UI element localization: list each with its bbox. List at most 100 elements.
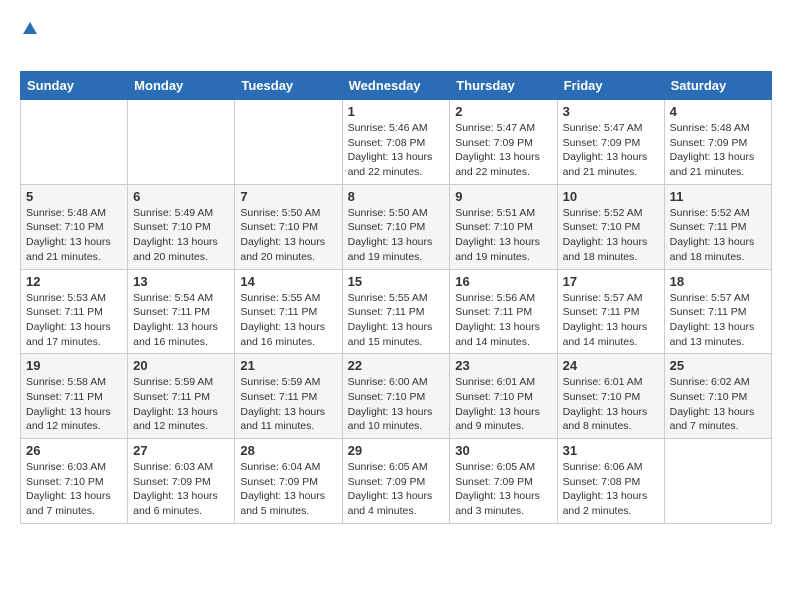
page-header: [20, 20, 772, 61]
calendar-cell: [664, 439, 771, 524]
day-info: Sunrise: 6:03 AM Sunset: 7:10 PM Dayligh…: [26, 460, 122, 519]
day-number: 18: [670, 274, 766, 289]
day-of-week-header: Monday: [128, 72, 235, 100]
calendar-cell: 11 Sunrise: 5:52 AM Sunset: 7:11 PM Dayli…: [664, 184, 771, 269]
day-info: Sunrise: 6:05 AM Sunset: 7:09 PM Dayligh…: [455, 460, 551, 519]
calendar-cell: 29Sunrise: 6:05 AM Sunset: 7:09 PM Dayli…: [342, 439, 450, 524]
calendar-cell: [128, 100, 235, 185]
day-number: 22: [348, 358, 445, 373]
calendar-cell: 20 Sunrise: 5:59 AM Sunset: 7:11 PM Dayli…: [128, 354, 235, 439]
day-number: 12: [26, 274, 122, 289]
calendar-body: 1 Sunrise: 5:46 AM Sunset: 7:08 PM Daylig…: [21, 100, 772, 524]
calendar-cell: 25 Sunrise: 6:02 AM Sunset: 7:10 PM Dayli…: [664, 354, 771, 439]
calendar-cell: 3 Sunrise: 5:47 AM Sunset: 7:09 PM Daylig…: [557, 100, 664, 185]
day-info: Sunrise: 5:57 AM Sunset: 7:11 PM Dayligh…: [563, 291, 659, 350]
calendar-cell: 7 Sunrise: 5:50 AM Sunset: 7:10 PM Daylig…: [235, 184, 342, 269]
day-number: 26: [26, 443, 122, 458]
day-info: Sunrise: 5:52 AM Sunset: 7:11 PM Dayligh…: [670, 206, 766, 265]
day-info: Sunrise: 6:03 AM Sunset: 7:09 PM Dayligh…: [133, 460, 229, 519]
logo-icon: [21, 20, 39, 38]
calendar-cell: 1 Sunrise: 5:46 AM Sunset: 7:08 PM Daylig…: [342, 100, 450, 185]
day-number: 14: [240, 274, 336, 289]
calendar-cell: 12 Sunrise: 5:53 AM Sunset: 7:11 PM Dayli…: [21, 269, 128, 354]
day-number: 20: [133, 358, 229, 373]
day-number: 15: [348, 274, 445, 289]
calendar-header-row: SundayMondayTuesdayWednesdayThursdayFrid…: [21, 72, 772, 100]
calendar-week-row: 26 Sunrise: 6:03 AM Sunset: 7:10 PM Dayli…: [21, 439, 772, 524]
calendar-cell: 23 Sunrise: 6:01 AM Sunset: 7:10 PM Dayli…: [450, 354, 557, 439]
calendar-week-row: 19Sunrise: 5:58 AM Sunset: 7:11 PM Dayli…: [21, 354, 772, 439]
day-info: Sunrise: 5:55 AM Sunset: 7:11 PM Dayligh…: [348, 291, 445, 350]
calendar-cell: 4 Sunrise: 5:48 AM Sunset: 7:09 PM Daylig…: [664, 100, 771, 185]
day-info: Sunrise: 6:01 AM Sunset: 7:10 PM Dayligh…: [563, 375, 659, 434]
calendar-cell: [235, 100, 342, 185]
day-number: 7: [240, 189, 336, 204]
calendar-cell: 14Sunrise: 5:55 AM Sunset: 7:11 PM Dayli…: [235, 269, 342, 354]
day-of-week-header: Sunday: [21, 72, 128, 100]
calendar-cell: 8 Sunrise: 5:50 AM Sunset: 7:10 PM Daylig…: [342, 184, 450, 269]
day-info: Sunrise: 5:50 AM Sunset: 7:10 PM Dayligh…: [240, 206, 336, 265]
day-of-week-header: Friday: [557, 72, 664, 100]
calendar-cell: 9 Sunrise: 5:51 AM Sunset: 7:10 PM Daylig…: [450, 184, 557, 269]
calendar-cell: 21 Sunrise: 5:59 AM Sunset: 7:11 PM Dayli…: [235, 354, 342, 439]
calendar-cell: 16Sunrise: 5:56 AM Sunset: 7:11 PM Dayli…: [450, 269, 557, 354]
day-info: Sunrise: 5:46 AM Sunset: 7:08 PM Dayligh…: [348, 121, 445, 180]
calendar-cell: 27 Sunrise: 6:03 AM Sunset: 7:09 PM Dayli…: [128, 439, 235, 524]
day-info: Sunrise: 5:59 AM Sunset: 7:11 PM Dayligh…: [133, 375, 229, 434]
day-info: Sunrise: 5:54 AM Sunset: 7:11 PM Dayligh…: [133, 291, 229, 350]
day-info: Sunrise: 5:48 AM Sunset: 7:09 PM Dayligh…: [670, 121, 766, 180]
day-info: Sunrise: 5:48 AM Sunset: 7:10 PM Dayligh…: [26, 206, 122, 265]
day-number: 8: [348, 189, 445, 204]
day-info: Sunrise: 5:50 AM Sunset: 7:10 PM Dayligh…: [348, 206, 445, 265]
day-number: 9: [455, 189, 551, 204]
day-info: Sunrise: 5:47 AM Sunset: 7:09 PM Dayligh…: [455, 121, 551, 180]
calendar-week-row: 1 Sunrise: 5:46 AM Sunset: 7:08 PM Daylig…: [21, 100, 772, 185]
day-number: 5: [26, 189, 122, 204]
calendar-cell: 30 Sunrise: 6:05 AM Sunset: 7:09 PM Dayli…: [450, 439, 557, 524]
day-of-week-header: Wednesday: [342, 72, 450, 100]
day-info: Sunrise: 5:49 AM Sunset: 7:10 PM Dayligh…: [133, 206, 229, 265]
day-of-week-header: Tuesday: [235, 72, 342, 100]
day-info: Sunrise: 5:57 AM Sunset: 7:11 PM Dayligh…: [670, 291, 766, 350]
day-info: Sunrise: 5:51 AM Sunset: 7:10 PM Dayligh…: [455, 206, 551, 265]
day-number: 27: [133, 443, 229, 458]
day-info: Sunrise: 5:53 AM Sunset: 7:11 PM Dayligh…: [26, 291, 122, 350]
day-number: 21: [240, 358, 336, 373]
day-info: Sunrise: 5:52 AM Sunset: 7:10 PM Dayligh…: [563, 206, 659, 265]
day-number: 3: [563, 104, 659, 119]
calendar-cell: 31 Sunrise: 6:06 AM Sunset: 7:08 PM Dayli…: [557, 439, 664, 524]
calendar-cell: 5 Sunrise: 5:48 AM Sunset: 7:10 PM Daylig…: [21, 184, 128, 269]
day-info: Sunrise: 5:56 AM Sunset: 7:11 PM Dayligh…: [455, 291, 551, 350]
day-number: 19: [26, 358, 122, 373]
day-number: 1: [348, 104, 445, 119]
day-number: 23: [455, 358, 551, 373]
day-number: 30: [455, 443, 551, 458]
calendar-cell: 26 Sunrise: 6:03 AM Sunset: 7:10 PM Dayli…: [21, 439, 128, 524]
day-of-week-header: Thursday: [450, 72, 557, 100]
day-info: Sunrise: 6:01 AM Sunset: 7:10 PM Dayligh…: [455, 375, 551, 434]
calendar-cell: 10Sunrise: 5:52 AM Sunset: 7:10 PM Dayli…: [557, 184, 664, 269]
day-number: 4: [670, 104, 766, 119]
day-info: Sunrise: 6:02 AM Sunset: 7:10 PM Dayligh…: [670, 375, 766, 434]
day-number: 11: [670, 189, 766, 204]
day-number: 13: [133, 274, 229, 289]
calendar-cell: 24Sunrise: 6:01 AM Sunset: 7:10 PM Dayli…: [557, 354, 664, 439]
calendar-cell: 19Sunrise: 5:58 AM Sunset: 7:11 PM Dayli…: [21, 354, 128, 439]
day-info: Sunrise: 6:04 AM Sunset: 7:09 PM Dayligh…: [240, 460, 336, 519]
day-info: Sunrise: 5:47 AM Sunset: 7:09 PM Dayligh…: [563, 121, 659, 180]
calendar-cell: 17Sunrise: 5:57 AM Sunset: 7:11 PM Dayli…: [557, 269, 664, 354]
day-info: Sunrise: 6:00 AM Sunset: 7:10 PM Dayligh…: [348, 375, 445, 434]
day-number: 31: [563, 443, 659, 458]
calendar-table: SundayMondayTuesdayWednesdayThursdayFrid…: [20, 71, 772, 524]
calendar-cell: 2Sunrise: 5:47 AM Sunset: 7:09 PM Daylig…: [450, 100, 557, 185]
day-info: Sunrise: 5:59 AM Sunset: 7:11 PM Dayligh…: [240, 375, 336, 434]
day-info: Sunrise: 6:06 AM Sunset: 7:08 PM Dayligh…: [563, 460, 659, 519]
day-of-week-header: Saturday: [664, 72, 771, 100]
calendar-cell: [21, 100, 128, 185]
calendar-week-row: 12 Sunrise: 5:53 AM Sunset: 7:11 PM Dayli…: [21, 269, 772, 354]
day-info: Sunrise: 6:05 AM Sunset: 7:09 PM Dayligh…: [348, 460, 445, 519]
calendar-cell: 18 Sunrise: 5:57 AM Sunset: 7:11 PM Dayli…: [664, 269, 771, 354]
day-number: 28: [240, 443, 336, 458]
day-number: 25: [670, 358, 766, 373]
calendar-week-row: 5 Sunrise: 5:48 AM Sunset: 7:10 PM Daylig…: [21, 184, 772, 269]
